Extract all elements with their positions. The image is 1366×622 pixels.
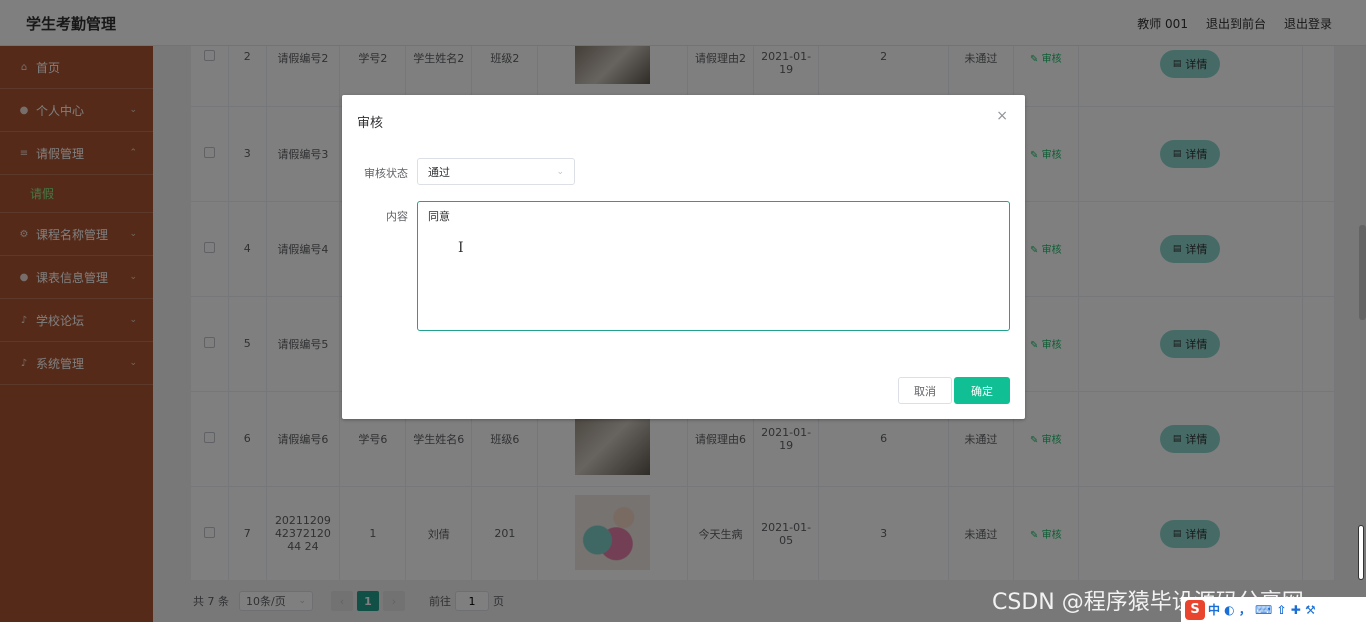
- status-select[interactable]: 通过 ⌄: [417, 158, 575, 185]
- audit-dialog: 审核 × 审核状态 通过 ⌄ 内容 I 取消 确定: [342, 95, 1025, 419]
- text-cursor-icon: I: [458, 240, 464, 256]
- ime-toolbar: S 中 ◐ ， ⌨ ⇧ ✚ ⚒: [1181, 597, 1366, 622]
- scrollbar-thumb[interactable]: [1358, 525, 1364, 580]
- content-label: 内容: [386, 210, 408, 223]
- content-textarea[interactable]: [417, 201, 1010, 331]
- ime-controls[interactable]: 中 ◐ ， ⌨ ⇧ ✚ ⚒: [1208, 601, 1316, 618]
- chevron-down-icon: ⌄: [556, 166, 564, 177]
- ime-logo-icon[interactable]: S: [1185, 599, 1205, 620]
- status-label: 审核状态: [364, 167, 408, 180]
- close-icon[interactable]: ×: [996, 108, 1008, 124]
- status-value: 通过: [428, 165, 450, 179]
- dialog-title: 审核: [357, 116, 384, 131]
- confirm-button[interactable]: 确定: [954, 377, 1010, 404]
- cancel-button[interactable]: 取消: [898, 377, 952, 404]
